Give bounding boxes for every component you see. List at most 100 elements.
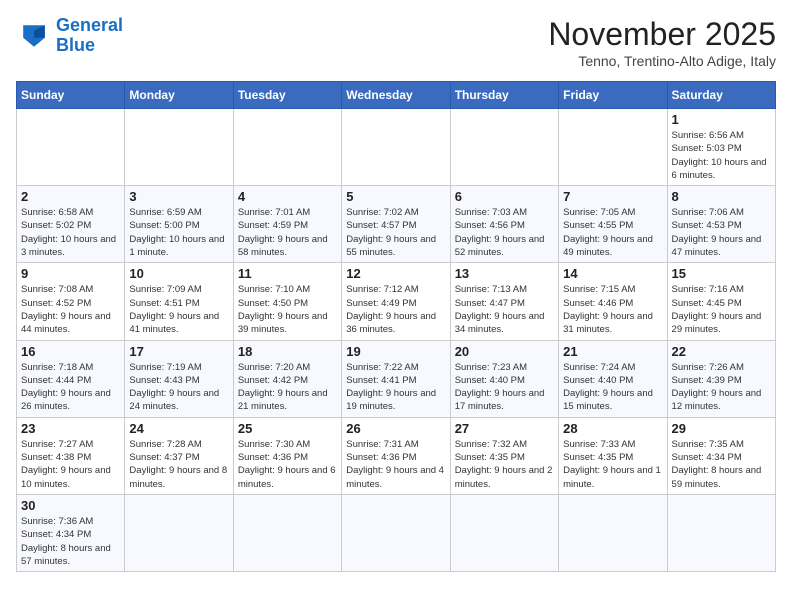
day-info: Sunrise: 7:31 AM Sunset: 4:36 PM Dayligh… bbox=[346, 438, 445, 491]
col-sunday: Sunday bbox=[17, 82, 125, 109]
day-number: 4 bbox=[238, 189, 337, 204]
calendar-cell bbox=[125, 494, 233, 571]
calendar-week-row: 23Sunrise: 7:27 AM Sunset: 4:38 PM Dayli… bbox=[17, 417, 776, 494]
calendar-cell: 28 Sunrise: 7:33 AM Sunset: 4:35 PM Dayli… bbox=[559, 417, 667, 494]
day-number: 5 bbox=[346, 189, 445, 204]
calendar-cell: 21Sunrise: 7:24 AM Sunset: 4:40 PM Dayli… bbox=[559, 340, 667, 417]
calendar-cell: 6Sunrise: 7:03 AM Sunset: 4:56 PM Daylig… bbox=[450, 186, 558, 263]
calendar-cell bbox=[559, 109, 667, 186]
calendar-cell: 23Sunrise: 7:27 AM Sunset: 4:38 PM Dayli… bbox=[17, 417, 125, 494]
day-number: 27 bbox=[455, 421, 554, 436]
day-info: Sunrise: 7:22 AM Sunset: 4:41 PM Dayligh… bbox=[346, 361, 445, 414]
calendar-cell: 4 Sunrise: 7:01 AM Sunset: 4:59 PM Daylig… bbox=[233, 186, 341, 263]
day-number: 6 bbox=[455, 189, 554, 204]
day-number: 20 bbox=[455, 344, 554, 359]
page-header: General Blue November 2025 Tenno, Trenti… bbox=[16, 16, 776, 69]
day-info: Sunrise: 7:16 AM Sunset: 4:45 PM Dayligh… bbox=[672, 283, 771, 336]
day-info: Sunrise: 7:32 AM Sunset: 4:35 PM Dayligh… bbox=[455, 438, 554, 491]
day-info: Sunrise: 7:18 AM Sunset: 4:44 PM Dayligh… bbox=[21, 361, 120, 414]
day-info: Sunrise: 6:56 AM Sunset: 5:03 PM Dayligh… bbox=[672, 129, 771, 182]
calendar-cell: 25Sunrise: 7:30 AM Sunset: 4:36 PM Dayli… bbox=[233, 417, 341, 494]
day-number: 10 bbox=[129, 266, 228, 281]
col-thursday: Thursday bbox=[450, 82, 558, 109]
day-number: 28 bbox=[563, 421, 662, 436]
calendar-title-area: November 2025 Tenno, Trentino-Alto Adige… bbox=[548, 16, 776, 69]
calendar-week-row: 2 Sunrise: 6:58 AM Sunset: 5:02 PM Daylig… bbox=[17, 186, 776, 263]
day-number: 25 bbox=[238, 421, 337, 436]
day-info: Sunrise: 7:28 AM Sunset: 4:37 PM Dayligh… bbox=[129, 438, 228, 491]
day-number: 17 bbox=[129, 344, 228, 359]
calendar-cell: 22 Sunrise: 7:26 AM Sunset: 4:39 PM Dayli… bbox=[667, 340, 775, 417]
day-number: 2 bbox=[21, 189, 120, 204]
day-info: Sunrise: 7:26 AM Sunset: 4:39 PM Dayligh… bbox=[672, 361, 771, 414]
calendar-cell: 7Sunrise: 7:05 AM Sunset: 4:55 PM Daylig… bbox=[559, 186, 667, 263]
day-info: Sunrise: 7:10 AM Sunset: 4:50 PM Dayligh… bbox=[238, 283, 337, 336]
day-number: 14 bbox=[563, 266, 662, 281]
day-info: Sunrise: 7:06 AM Sunset: 4:53 PM Dayligh… bbox=[672, 206, 771, 259]
calendar-cell: 24Sunrise: 7:28 AM Sunset: 4:37 PM Dayli… bbox=[125, 417, 233, 494]
calendar-cell: 11 Sunrise: 7:10 AM Sunset: 4:50 PM Dayli… bbox=[233, 263, 341, 340]
calendar-cell: 3Sunrise: 6:59 AM Sunset: 5:00 PM Daylig… bbox=[125, 186, 233, 263]
calendar-table: Sunday Monday Tuesday Wednesday Thursday… bbox=[16, 81, 776, 572]
calendar-cell: 30 Sunrise: 7:36 AM Sunset: 4:34 PM Dayli… bbox=[17, 494, 125, 571]
day-number: 29 bbox=[672, 421, 771, 436]
calendar-cell: 20Sunrise: 7:23 AM Sunset: 4:40 PM Dayli… bbox=[450, 340, 558, 417]
calendar-cell bbox=[667, 494, 775, 571]
day-info: Sunrise: 7:19 AM Sunset: 4:43 PM Dayligh… bbox=[129, 361, 228, 414]
calendar-cell: 10 Sunrise: 7:09 AM Sunset: 4:51 PM Dayli… bbox=[125, 263, 233, 340]
day-info: Sunrise: 6:59 AM Sunset: 5:00 PM Dayligh… bbox=[129, 206, 228, 259]
calendar-cell: 26 Sunrise: 7:31 AM Sunset: 4:36 PM Dayli… bbox=[342, 417, 450, 494]
day-number: 1 bbox=[672, 112, 771, 127]
day-info: Sunrise: 7:35 AM Sunset: 4:34 PM Dayligh… bbox=[672, 438, 771, 491]
logo-text: General Blue bbox=[56, 16, 123, 56]
calendar-week-row: 9Sunrise: 7:08 AM Sunset: 4:52 PM Daylig… bbox=[17, 263, 776, 340]
location-subtitle: Tenno, Trentino-Alto Adige, Italy bbox=[548, 53, 776, 69]
day-number: 9 bbox=[21, 266, 120, 281]
calendar-cell bbox=[125, 109, 233, 186]
calendar-cell: 1 Sunrise: 6:56 AM Sunset: 5:03 PM Daylig… bbox=[667, 109, 775, 186]
logo: General Blue bbox=[16, 16, 123, 56]
calendar-cell: 2 Sunrise: 6:58 AM Sunset: 5:02 PM Daylig… bbox=[17, 186, 125, 263]
day-info: Sunrise: 7:36 AM Sunset: 4:34 PM Dayligh… bbox=[21, 515, 120, 568]
col-monday: Monday bbox=[125, 82, 233, 109]
generalblue-logo-icon bbox=[16, 18, 52, 54]
calendar-week-row: 1 Sunrise: 6:56 AM Sunset: 5:03 PM Daylig… bbox=[17, 109, 776, 186]
day-number: 16 bbox=[21, 344, 120, 359]
day-info: Sunrise: 7:33 AM Sunset: 4:35 PM Dayligh… bbox=[563, 438, 662, 491]
calendar-cell bbox=[342, 494, 450, 571]
calendar-cell: 13 Sunrise: 7:13 AM Sunset: 4:47 PM Dayli… bbox=[450, 263, 558, 340]
calendar-cell: 14 Sunrise: 7:15 AM Sunset: 4:46 PM Dayli… bbox=[559, 263, 667, 340]
calendar-cell: 8Sunrise: 7:06 AM Sunset: 4:53 PM Daylig… bbox=[667, 186, 775, 263]
calendar-cell bbox=[233, 109, 341, 186]
day-info: Sunrise: 6:58 AM Sunset: 5:02 PM Dayligh… bbox=[21, 206, 120, 259]
day-info: Sunrise: 7:02 AM Sunset: 4:57 PM Dayligh… bbox=[346, 206, 445, 259]
day-info: Sunrise: 7:12 AM Sunset: 4:49 PM Dayligh… bbox=[346, 283, 445, 336]
day-info: Sunrise: 7:20 AM Sunset: 4:42 PM Dayligh… bbox=[238, 361, 337, 414]
day-number: 26 bbox=[346, 421, 445, 436]
day-number: 21 bbox=[563, 344, 662, 359]
day-number: 15 bbox=[672, 266, 771, 281]
calendar-week-row: 16 Sunrise: 7:18 AM Sunset: 4:44 PM Dayli… bbox=[17, 340, 776, 417]
calendar-cell: 12Sunrise: 7:12 AM Sunset: 4:49 PM Dayli… bbox=[342, 263, 450, 340]
day-info: Sunrise: 7:13 AM Sunset: 4:47 PM Dayligh… bbox=[455, 283, 554, 336]
day-info: Sunrise: 7:09 AM Sunset: 4:51 PM Dayligh… bbox=[129, 283, 228, 336]
calendar-cell bbox=[233, 494, 341, 571]
day-number: 22 bbox=[672, 344, 771, 359]
day-info: Sunrise: 7:15 AM Sunset: 4:46 PM Dayligh… bbox=[563, 283, 662, 336]
col-friday: Friday bbox=[559, 82, 667, 109]
day-number: 11 bbox=[238, 266, 337, 281]
day-number: 18 bbox=[238, 344, 337, 359]
logo-line2: Blue bbox=[56, 35, 95, 55]
day-info: Sunrise: 7:27 AM Sunset: 4:38 PM Dayligh… bbox=[21, 438, 120, 491]
calendar-cell: 9Sunrise: 7:08 AM Sunset: 4:52 PM Daylig… bbox=[17, 263, 125, 340]
calendar-cell bbox=[17, 109, 125, 186]
logo-line1: General bbox=[56, 15, 123, 35]
col-saturday: Saturday bbox=[667, 82, 775, 109]
calendar-cell bbox=[450, 109, 558, 186]
day-info: Sunrise: 7:01 AM Sunset: 4:59 PM Dayligh… bbox=[238, 206, 337, 259]
day-number: 13 bbox=[455, 266, 554, 281]
day-number: 19 bbox=[346, 344, 445, 359]
calendar-cell: 16 Sunrise: 7:18 AM Sunset: 4:44 PM Dayli… bbox=[17, 340, 125, 417]
calendar-week-row: 30 Sunrise: 7:36 AM Sunset: 4:34 PM Dayli… bbox=[17, 494, 776, 571]
day-number: 30 bbox=[21, 498, 120, 513]
